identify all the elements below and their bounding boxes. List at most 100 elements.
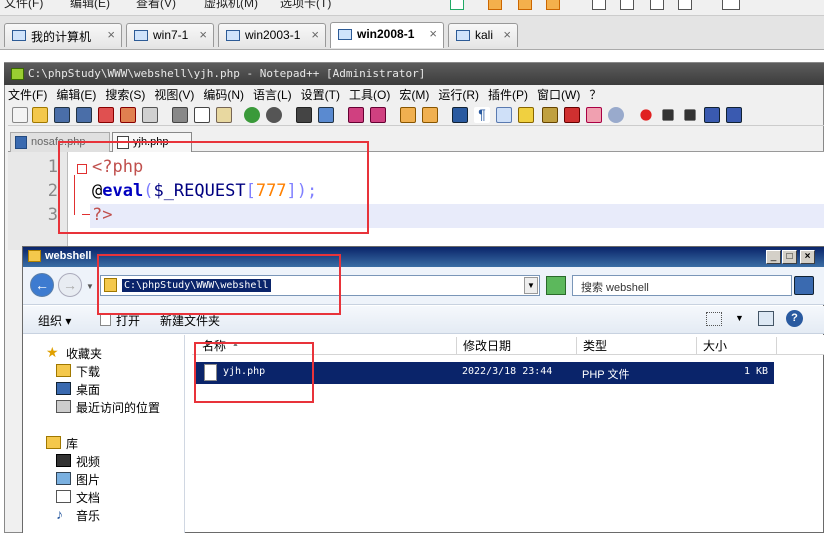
show-all-chars-icon[interactable]: ¶ bbox=[474, 107, 490, 123]
help-icon[interactable]: ? bbox=[786, 310, 803, 327]
host-manage-snapshot-icon[interactable] bbox=[546, 0, 560, 10]
nav-desktop[interactable]: 桌面 bbox=[56, 381, 100, 398]
play-macro-icon[interactable] bbox=[684, 109, 696, 121]
zoom-out-icon[interactable] bbox=[370, 107, 386, 123]
nav-label: 桌面 bbox=[76, 383, 101, 397]
close-icon[interactable]: × bbox=[199, 27, 207, 42]
column-modified[interactable]: 修改日期 bbox=[456, 337, 576, 354]
close-button[interactable]: × bbox=[800, 250, 815, 264]
redo-icon[interactable] bbox=[266, 107, 282, 123]
menu-window[interactable]: 窗口(W) bbox=[537, 85, 580, 103]
menu-macro[interactable]: 宏(M) bbox=[399, 85, 429, 103]
preview-pane-icon[interactable] bbox=[758, 311, 774, 326]
nav-libraries[interactable]: 库 bbox=[46, 435, 78, 452]
stop-macro-icon[interactable] bbox=[662, 109, 674, 121]
vm-tab-my-computer[interactable]: 我的计算机 × bbox=[4, 23, 122, 47]
notepadpp-titlebar[interactable]: C:\phpStudy\WWW\webshell\yjh.php - Notep… bbox=[4, 63, 824, 85]
host-unity-icon[interactable] bbox=[620, 0, 634, 10]
host-fullscreen-icon[interactable] bbox=[592, 0, 606, 10]
close-all-icon[interactable] bbox=[120, 107, 136, 123]
nav-favorites[interactable]: ★ 收藏夹 bbox=[46, 345, 102, 362]
save-icon[interactable] bbox=[54, 107, 70, 123]
nav-music[interactable]: ♪ 音乐 bbox=[56, 507, 100, 524]
host-menu-tabs[interactable]: 选项卡(T) bbox=[280, 0, 331, 11]
find-icon[interactable] bbox=[296, 107, 312, 123]
menu-settings[interactable]: 设置(T) bbox=[301, 85, 340, 103]
host-console-icon[interactable] bbox=[650, 0, 664, 10]
nav-recent[interactable]: 最近访问的位置 bbox=[56, 399, 160, 416]
zoom-in-icon[interactable] bbox=[348, 107, 364, 123]
open-file-icon[interactable] bbox=[32, 107, 48, 123]
menu-language[interactable]: 语言(L) bbox=[253, 85, 292, 103]
close-icon[interactable]: × bbox=[107, 27, 115, 42]
vm-icon bbox=[338, 29, 352, 40]
forward-arrow-icon[interactable]: → bbox=[58, 273, 82, 297]
column-size[interactable]: 大小 bbox=[696, 337, 776, 354]
nav-downloads[interactable]: 下载 bbox=[56, 363, 100, 380]
close-icon[interactable]: × bbox=[429, 26, 437, 41]
maximize-button[interactable]: □ bbox=[782, 250, 797, 264]
host-menu-vm[interactable]: 虚拟机(M) bbox=[204, 0, 258, 11]
doc-map-icon[interactable] bbox=[542, 107, 558, 123]
host-view-icon[interactable] bbox=[678, 0, 692, 10]
menu-help[interactable]: ？ bbox=[589, 85, 601, 103]
vm-tab-win2003-1[interactable]: win2003-1 × bbox=[218, 23, 326, 47]
view-dropdown-icon[interactable]: ▼ bbox=[735, 313, 744, 323]
menu-edit[interactable]: 编辑(E) bbox=[56, 85, 96, 103]
view-options-icon[interactable] bbox=[706, 312, 722, 326]
search-icon[interactable] bbox=[794, 276, 814, 295]
menu-search[interactable]: 搜索(S) bbox=[105, 85, 145, 103]
host-toolbar-icon[interactable] bbox=[450, 0, 464, 10]
vm-tab-win7-1[interactable]: win7-1 × bbox=[126, 23, 214, 47]
sync-vertical-icon[interactable] bbox=[400, 107, 416, 123]
host-revert-icon[interactable] bbox=[518, 0, 532, 10]
function-list-icon[interactable] bbox=[564, 107, 580, 123]
new-file-icon[interactable] bbox=[12, 107, 28, 123]
save-macro-icon[interactable] bbox=[726, 107, 742, 123]
minimize-button[interactable]: _ bbox=[766, 250, 781, 264]
save-all-icon[interactable] bbox=[76, 107, 92, 123]
monitoring-icon[interactable] bbox=[608, 107, 624, 123]
close-icon[interactable]: × bbox=[503, 27, 511, 42]
host-menu-file[interactable]: 文件(F) bbox=[4, 0, 43, 11]
run-macro-multiple-icon[interactable] bbox=[704, 107, 720, 123]
menu-file[interactable]: 文件(F) bbox=[8, 85, 47, 103]
sync-horizontal-icon[interactable] bbox=[422, 107, 438, 123]
search-input[interactable]: 搜索 webshell bbox=[572, 275, 792, 296]
nav-videos[interactable]: 视频 bbox=[56, 453, 100, 470]
close-icon[interactable]: × bbox=[311, 27, 319, 42]
folder-workspace-icon[interactable] bbox=[586, 107, 602, 123]
address-dropdown-icon[interactable]: ▼ bbox=[524, 277, 538, 294]
host-thumbnail-icon[interactable] bbox=[722, 0, 740, 10]
cut-icon[interactable] bbox=[172, 107, 188, 123]
menu-plugins[interactable]: 插件(P) bbox=[488, 85, 528, 103]
menu-view[interactable]: 视图(V) bbox=[154, 85, 194, 103]
nav-label: 下载 bbox=[76, 365, 101, 379]
vm-tab-kali[interactable]: kali × bbox=[448, 23, 518, 47]
replace-icon[interactable] bbox=[318, 107, 334, 123]
copy-icon[interactable] bbox=[194, 107, 210, 123]
vm-tab-win2008-1[interactable]: win2008-1 × bbox=[330, 22, 444, 48]
recent-pages-chevron-icon[interactable]: ▼ bbox=[86, 282, 94, 291]
menu-encoding[interactable]: 编码(N) bbox=[203, 85, 244, 103]
host-menu-view[interactable]: 查看(V) bbox=[136, 0, 176, 11]
host-menubar: 文件(F) 编辑(E) 查看(V) 虚拟机(M) 选项卡(T) bbox=[0, 0, 824, 16]
organize-button[interactable]: 组织 ▾ bbox=[38, 312, 71, 329]
user-lang-icon[interactable] bbox=[518, 107, 534, 123]
column-type[interactable]: 类型 bbox=[576, 337, 696, 354]
nav-documents[interactable]: 文档 bbox=[56, 489, 100, 506]
indent-guide-icon[interactable] bbox=[496, 107, 512, 123]
menu-run[interactable]: 运行(R) bbox=[438, 85, 479, 103]
print-icon[interactable] bbox=[142, 107, 158, 123]
paste-icon[interactable] bbox=[216, 107, 232, 123]
refresh-icon[interactable] bbox=[546, 276, 566, 295]
word-wrap-icon[interactable] bbox=[452, 107, 468, 123]
host-snapshot-icon[interactable] bbox=[488, 0, 502, 10]
menu-tools[interactable]: 工具(O) bbox=[349, 85, 390, 103]
nav-pictures[interactable]: 图片 bbox=[56, 471, 100, 488]
record-macro-icon[interactable] bbox=[640, 109, 652, 121]
undo-icon[interactable] bbox=[244, 107, 260, 123]
close-file-icon[interactable] bbox=[98, 107, 114, 123]
host-menu-edit[interactable]: 编辑(E) bbox=[70, 0, 110, 11]
back-arrow-icon[interactable]: ← bbox=[30, 273, 54, 297]
